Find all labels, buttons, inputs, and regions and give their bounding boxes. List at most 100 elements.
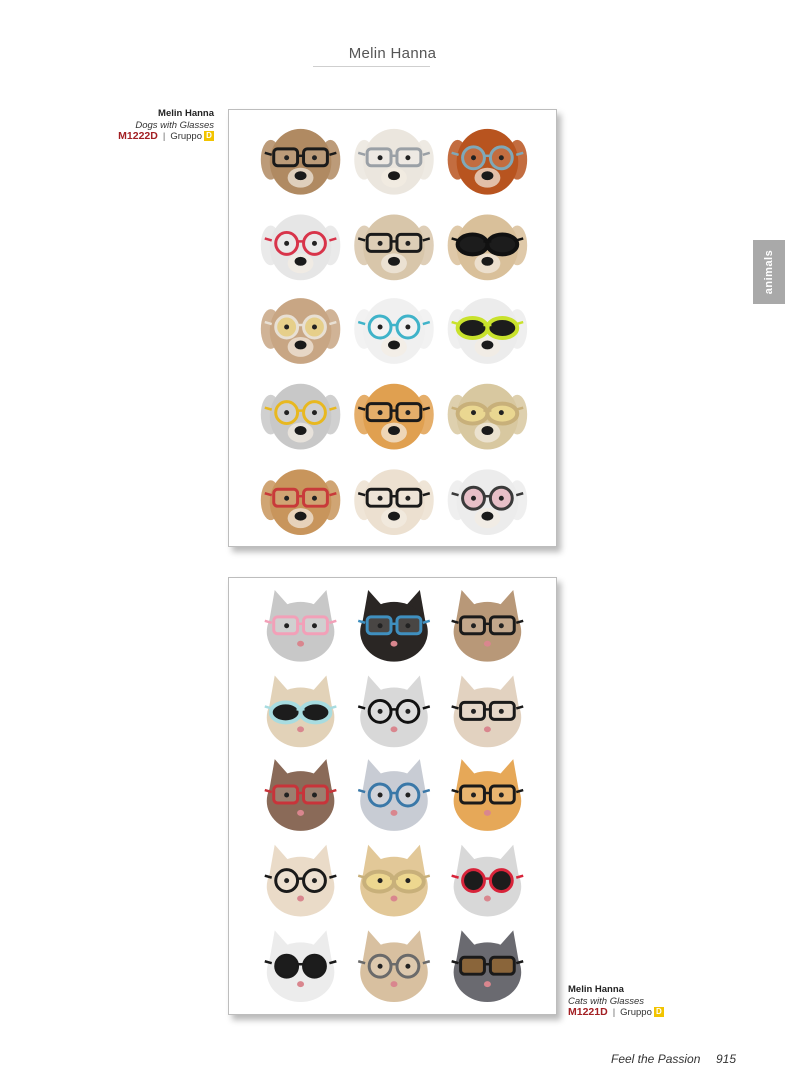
page-number: 915 <box>716 1052 737 1066</box>
artist-name: Melin Hanna <box>158 108 214 119</box>
artwork-illustration <box>264 589 524 1003</box>
nose <box>294 340 307 350</box>
eye <box>377 155 383 161</box>
nose <box>294 256 307 266</box>
nose <box>297 981 305 988</box>
nose <box>481 426 494 436</box>
cat-face <box>357 930 431 1003</box>
eye <box>284 155 290 161</box>
dog-face <box>260 383 341 450</box>
eye <box>498 708 504 714</box>
eye <box>284 495 290 501</box>
cat-face <box>264 675 337 748</box>
dog-face <box>354 383 434 450</box>
nose <box>388 426 400 436</box>
nose <box>294 171 307 181</box>
cat-face <box>264 844 337 917</box>
product-caption-dogs: Melin Hanna Dogs with Glasses M1222D | Gru… <box>100 108 214 143</box>
product-code-row: M1221D | Gruppo D <box>568 1006 698 1019</box>
cat-face <box>451 675 524 748</box>
cat-face <box>264 589 337 662</box>
dog-face <box>354 214 434 281</box>
dog-face <box>447 214 528 281</box>
eye <box>498 623 504 629</box>
eye <box>498 410 504 416</box>
eye <box>377 410 383 416</box>
eye <box>405 963 411 969</box>
nose <box>390 640 398 647</box>
nose <box>297 640 305 647</box>
eye <box>377 963 383 969</box>
eye <box>311 155 317 161</box>
eye <box>405 410 411 416</box>
eye <box>284 623 290 629</box>
nose <box>481 171 494 181</box>
eye <box>471 708 476 714</box>
eye <box>284 410 290 416</box>
separator: | <box>612 1007 616 1018</box>
nose <box>297 809 305 816</box>
group-badge: D <box>204 131 214 141</box>
section-tab-animals[interactable]: animals <box>753 240 785 304</box>
dog-face <box>260 214 341 281</box>
cat-face <box>451 844 524 917</box>
nose <box>294 511 307 521</box>
nose <box>297 726 305 733</box>
nose <box>388 340 400 350</box>
artwork-dogs-with-glasses[interactable] <box>228 109 557 547</box>
nose <box>483 640 491 647</box>
cat-face <box>264 930 337 1003</box>
eye <box>377 495 383 501</box>
eye <box>311 623 317 629</box>
eye <box>405 324 411 330</box>
nose <box>483 809 491 816</box>
product-code: M1221D <box>568 1006 608 1018</box>
eye <box>405 155 411 161</box>
eye <box>377 878 383 884</box>
separator: | <box>162 131 166 142</box>
artist-name: Melin Hanna <box>568 984 624 995</box>
nose <box>390 981 398 988</box>
dog-face <box>354 298 434 364</box>
eye <box>471 495 476 501</box>
eye <box>471 155 476 161</box>
dog-face <box>260 298 341 364</box>
nose <box>390 895 398 902</box>
nose <box>388 171 400 181</box>
cat-face <box>451 930 524 1003</box>
eye <box>377 240 383 246</box>
nose <box>388 256 400 266</box>
dog-face <box>447 383 528 450</box>
cat-face <box>451 589 524 662</box>
eye <box>377 324 383 330</box>
cat-face <box>357 759 431 831</box>
eye <box>471 410 476 416</box>
product-code: M1222D <box>118 130 158 142</box>
eye <box>498 495 504 501</box>
eye <box>377 792 383 798</box>
artwork-cats-with-glasses[interactable] <box>228 577 557 1015</box>
cat-face <box>357 675 431 748</box>
dog-face <box>447 298 528 364</box>
eye <box>284 240 290 246</box>
group-badge: D <box>653 1007 664 1017</box>
nose <box>481 511 494 521</box>
product-caption-cats: Melin Hanna Cats with Glasses M1221D | Gru… <box>568 984 698 1019</box>
artwork-illustration <box>260 128 528 536</box>
nose <box>483 895 491 902</box>
section-tab-label: animals <box>763 249 775 295</box>
eye <box>405 240 411 246</box>
group-label: Gruppo <box>620 1007 652 1018</box>
eye <box>377 708 383 714</box>
eye <box>377 623 383 629</box>
page-header-title: Melin Hanna <box>348 45 437 62</box>
cat-face <box>357 589 431 662</box>
dog-face <box>354 469 434 536</box>
nose <box>483 726 491 733</box>
dog-face <box>447 469 528 536</box>
eye <box>498 792 504 798</box>
eye <box>471 623 476 629</box>
eye <box>311 410 317 416</box>
dog-face <box>354 128 434 195</box>
eye <box>284 792 290 798</box>
